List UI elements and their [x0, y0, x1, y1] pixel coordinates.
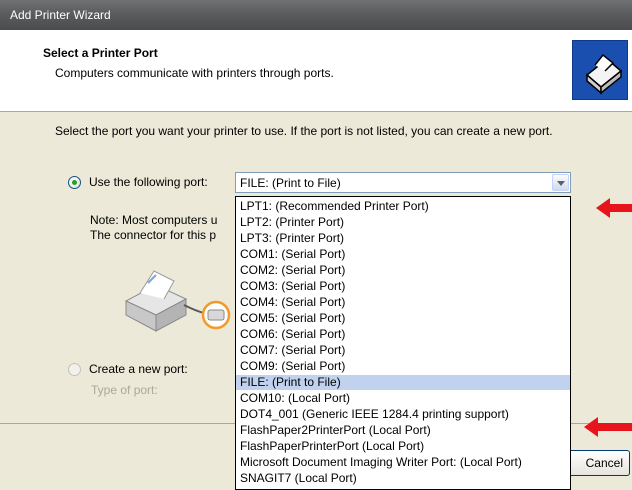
port-dropdown-list[interactable]: LPT1: (Recommended Printer Port) LPT2: (… — [235, 196, 571, 490]
port-option[interactable]: FlashPaper2PrinterPort (Local Port) — [236, 423, 570, 438]
port-option[interactable]: COM3: (Serial Port) — [236, 279, 570, 294]
port-select[interactable]: FILE: (Print to File) — [235, 172, 571, 193]
red-arrow-icon — [596, 198, 632, 218]
port-option[interactable]: FlashPaperPrinterPort (Local Port) — [236, 439, 570, 454]
port-option[interactable]: COM1: (Serial Port) — [236, 247, 570, 262]
port-option[interactable]: COM2: (Serial Port) — [236, 263, 570, 278]
printer-port-icon — [572, 40, 628, 100]
port-option[interactable]: Microsoft Document Imaging Writer Port: … — [236, 455, 570, 470]
printer-illustration-icon — [124, 270, 231, 332]
wizard-header: Select a Printer Port Computers communic… — [0, 30, 632, 112]
port-option[interactable]: COM4: (Serial Port) — [236, 295, 570, 310]
note-line-1: Note: Most computers u — [90, 213, 218, 227]
port-option[interactable]: LPT3: (Printer Port) — [236, 231, 570, 246]
chevron-down-icon[interactable] — [552, 174, 569, 191]
create-port-label: Create a new port: — [89, 362, 188, 376]
note-line-2: The connector for this p — [90, 228, 217, 242]
window-titlebar: Add Printer Wizard — [0, 0, 632, 30]
port-option[interactable]: LPT2: (Printer Port) — [236, 215, 570, 230]
port-type-label: Type of port: — [91, 383, 158, 397]
port-option[interactable]: COM9: (Serial Port) — [236, 359, 570, 374]
port-option[interactable]: LPT1: (Recommended Printer Port) — [236, 199, 570, 214]
use-port-radio[interactable] — [68, 176, 81, 189]
port-option[interactable]: COM7: (Serial Port) — [236, 343, 570, 358]
create-port-radio[interactable] — [68, 363, 81, 376]
port-option-selected[interactable]: FILE: (Print to File) — [236, 375, 570, 390]
red-arrow-icon — [584, 417, 632, 437]
port-select-value: FILE: (Print to File) — [240, 176, 341, 190]
port-option[interactable]: COM5: (Serial Port) — [236, 311, 570, 326]
port-option[interactable]: COM10: (Local Port) — [236, 391, 570, 406]
page-subtitle: Computers communicate with printers thro… — [55, 66, 334, 80]
page-title: Select a Printer Port — [43, 46, 158, 60]
instructions-text: Select the port you want your printer to… — [55, 124, 553, 138]
window-title: Add Printer Wizard — [10, 8, 111, 22]
use-port-label: Use the following port: — [89, 175, 208, 189]
port-option[interactable]: SNAGIT7 (Local Port) — [236, 471, 570, 486]
port-option[interactable]: DOT4_001 (Generic IEEE 1284.4 printing s… — [236, 407, 570, 422]
port-note: Note: Most computers u The connector for… — [90, 213, 236, 243]
wizard-body: Select the port you want your printer to… — [0, 113, 632, 490]
port-option[interactable]: COM6: (Serial Port) — [236, 327, 570, 342]
